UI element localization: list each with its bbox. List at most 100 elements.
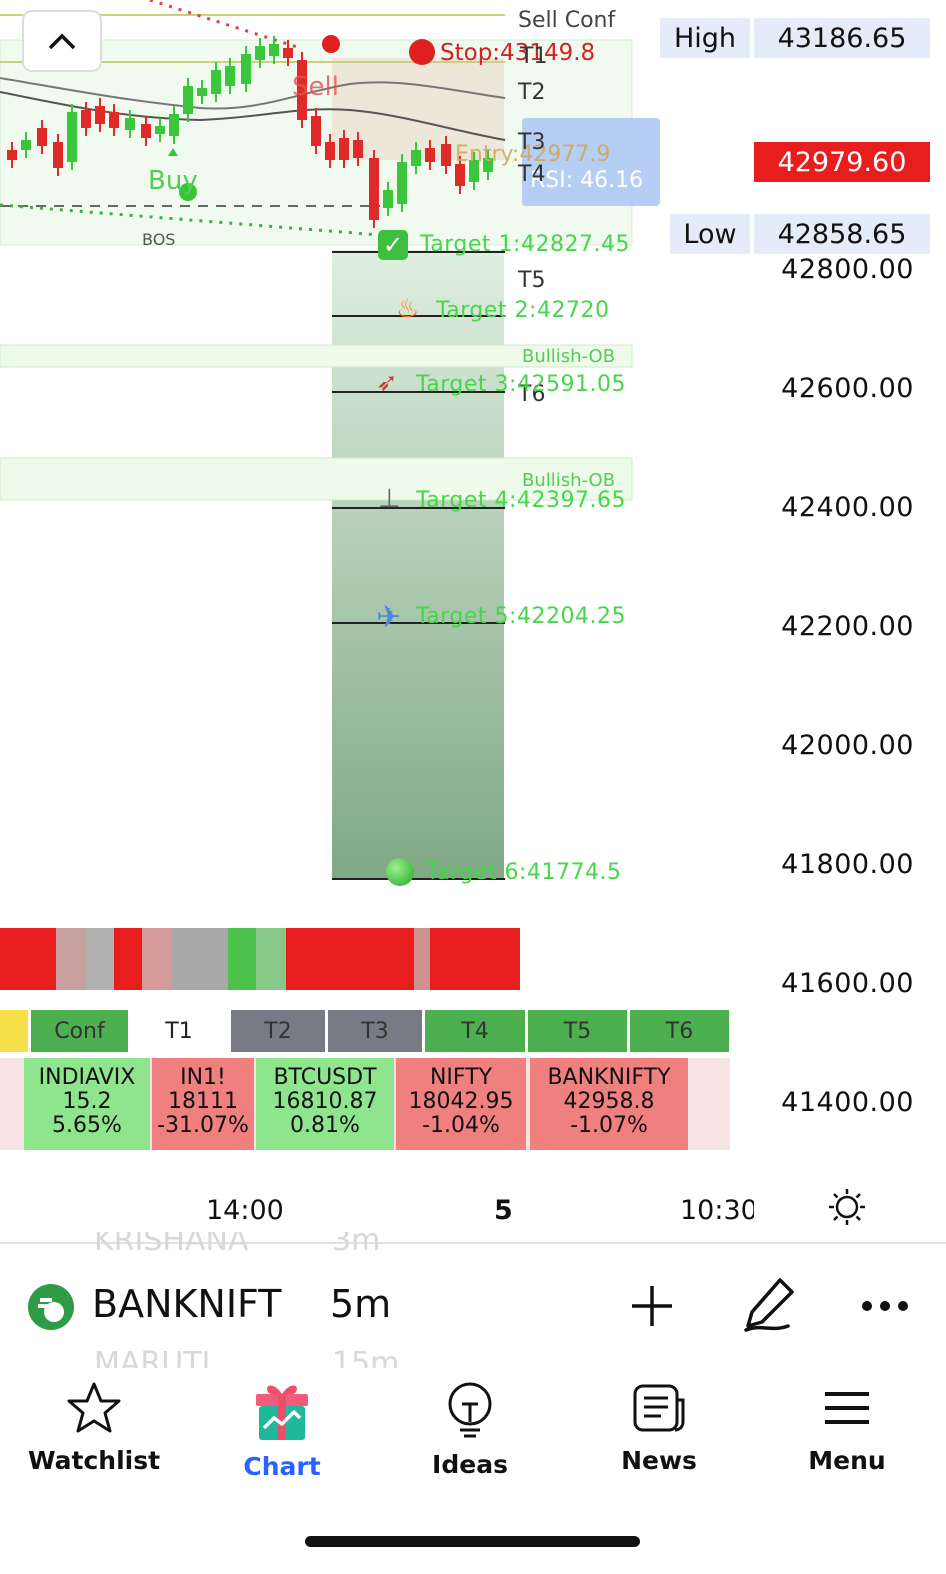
candle-body (225, 66, 235, 86)
tab-t4[interactable]: T4 (425, 1010, 525, 1052)
candle-body (125, 118, 135, 130)
ticker-name: NIFTY (429, 1065, 493, 1090)
tab-conf[interactable]: Conf (31, 1010, 128, 1052)
candle-body (339, 138, 349, 160)
price-label-42800: 42800.00 (781, 254, 914, 285)
more-dots-icon (862, 1301, 908, 1311)
price-label-41800: 41800.00 (781, 849, 914, 880)
bos-label: BOS (142, 230, 176, 249)
tab-t6[interactable]: T6 (630, 1010, 729, 1052)
ticker-name: INDIAVIX (38, 1065, 136, 1090)
ticker-banknifty[interactable]: BANKNIFTY 42958.8 -1.07% (530, 1058, 688, 1150)
symbol-logo-icon (28, 1284, 74, 1330)
symbol-name[interactable]: BANKNIFT (92, 1282, 281, 1326)
settings-sun-icon[interactable] (828, 1188, 866, 1230)
tab-t1[interactable]: T1 (130, 1010, 228, 1052)
candle-body (269, 44, 279, 56)
high-label: High (660, 18, 750, 58)
candle-body (325, 142, 335, 160)
ticker-change: 5.65% (52, 1113, 122, 1138)
candle-body (455, 164, 465, 186)
ticker-price: 15.2 (62, 1089, 112, 1114)
candle-body (411, 150, 421, 166)
nav-chart[interactable]: Chart (207, 1380, 357, 1481)
stop-label: Stop:43149.8 (440, 40, 596, 66)
heat-segment (256, 928, 286, 990)
pencil-icon (744, 1278, 794, 1332)
nav-label: Chart (243, 1452, 321, 1481)
ticker-price: 18111 (168, 1089, 238, 1114)
tab-t3[interactable]: T3 (328, 1010, 422, 1052)
heat-segment (142, 928, 172, 990)
price-label-42600: 42600.00 (781, 373, 914, 404)
candle-body (255, 46, 265, 60)
target-3-label: Target 3:42591.05 (416, 372, 626, 397)
candle-body (197, 88, 207, 96)
heat-segment (228, 928, 256, 990)
nav-ideas[interactable]: Ideas (395, 1380, 545, 1479)
ticker-name: BTCUSDT (273, 1065, 377, 1090)
candle-body (95, 106, 105, 124)
chart-gift-icon (256, 1385, 308, 1440)
nav-label: Menu (808, 1446, 886, 1475)
satellite-icon: ⊥ (378, 484, 401, 514)
time-label-1400: 14:00 (206, 1195, 284, 1226)
low-value: 42858.65 (754, 214, 930, 254)
t1-label: T1 (520, 44, 548, 69)
heat-segment (114, 928, 142, 990)
ticker-change: 0.81% (290, 1113, 360, 1138)
candle-body (81, 110, 91, 128)
ticker-price: 18042.95 (408, 1089, 514, 1114)
buy-label: Buy (148, 166, 198, 196)
check-icon: ✓ (378, 230, 408, 260)
candle-body (7, 150, 17, 160)
price-label-41400: 41400.00 (781, 1087, 914, 1118)
sell-signal-dot (322, 35, 340, 53)
interval-selector[interactable]: 5m (330, 1282, 391, 1326)
ticker-indiavix[interactable]: INDIAVIX 15.2 5.65% (24, 1058, 150, 1150)
candle-body (21, 140, 31, 150)
price-label-41600: 41600.00 (781, 968, 914, 999)
heat-strip (0, 928, 520, 990)
fire-icon: ♨ (396, 294, 420, 324)
plus-icon (632, 1286, 672, 1326)
candle-body (141, 124, 151, 138)
heat-segment (414, 928, 430, 990)
more-button[interactable] (860, 1298, 910, 1317)
candle-body (311, 116, 321, 146)
time-label-1030: 10:30 (680, 1195, 754, 1226)
ticker-in1[interactable]: IN1! 18111 -31.07% (152, 1058, 254, 1150)
hamburger-icon (825, 1392, 869, 1424)
candle-body (383, 190, 393, 208)
heat-segment (286, 928, 414, 990)
nav-news[interactable]: News (584, 1380, 734, 1475)
home-indicator[interactable] (305, 1536, 640, 1547)
rsi-label: RSI: 46.16 (530, 168, 644, 193)
ticker-btcusdt[interactable]: BTCUSDT 16810.87 0.81% (256, 1058, 394, 1150)
price-label-42200: 42200.00 (781, 611, 914, 642)
ticker-change: -31.07% (157, 1113, 249, 1138)
add-button[interactable] (628, 1282, 676, 1334)
heat-segment (56, 928, 86, 990)
ticker-price: 42958.8 (563, 1089, 655, 1114)
nav-watchlist[interactable]: Watchlist (19, 1380, 169, 1475)
draw-button[interactable] (742, 1276, 796, 1338)
nav-label: Watchlist (27, 1446, 161, 1475)
candle-body (67, 112, 77, 162)
t2-label: T2 (518, 80, 546, 105)
ticker-change: -1.04% (422, 1113, 500, 1138)
heat-segment (86, 928, 114, 990)
nav-menu[interactable]: Menu (772, 1380, 922, 1475)
tab-t2[interactable]: T2 (231, 1010, 325, 1052)
high-value: 43186.65 (754, 18, 930, 58)
newspaper-icon (633, 1384, 685, 1432)
bullish-ob-label-1: Bullish-OB (522, 346, 616, 367)
candle-body (425, 148, 435, 162)
ticker-nifty[interactable]: NIFTY 18042.95 -1.04% (396, 1058, 526, 1150)
candle-body (169, 114, 179, 136)
t5-label: T5 (518, 268, 546, 293)
candle-body (353, 140, 363, 158)
chevron-up-icon (48, 33, 76, 50)
collapse-button[interactable] (22, 10, 102, 72)
tab-t5[interactable]: T5 (528, 1010, 627, 1052)
